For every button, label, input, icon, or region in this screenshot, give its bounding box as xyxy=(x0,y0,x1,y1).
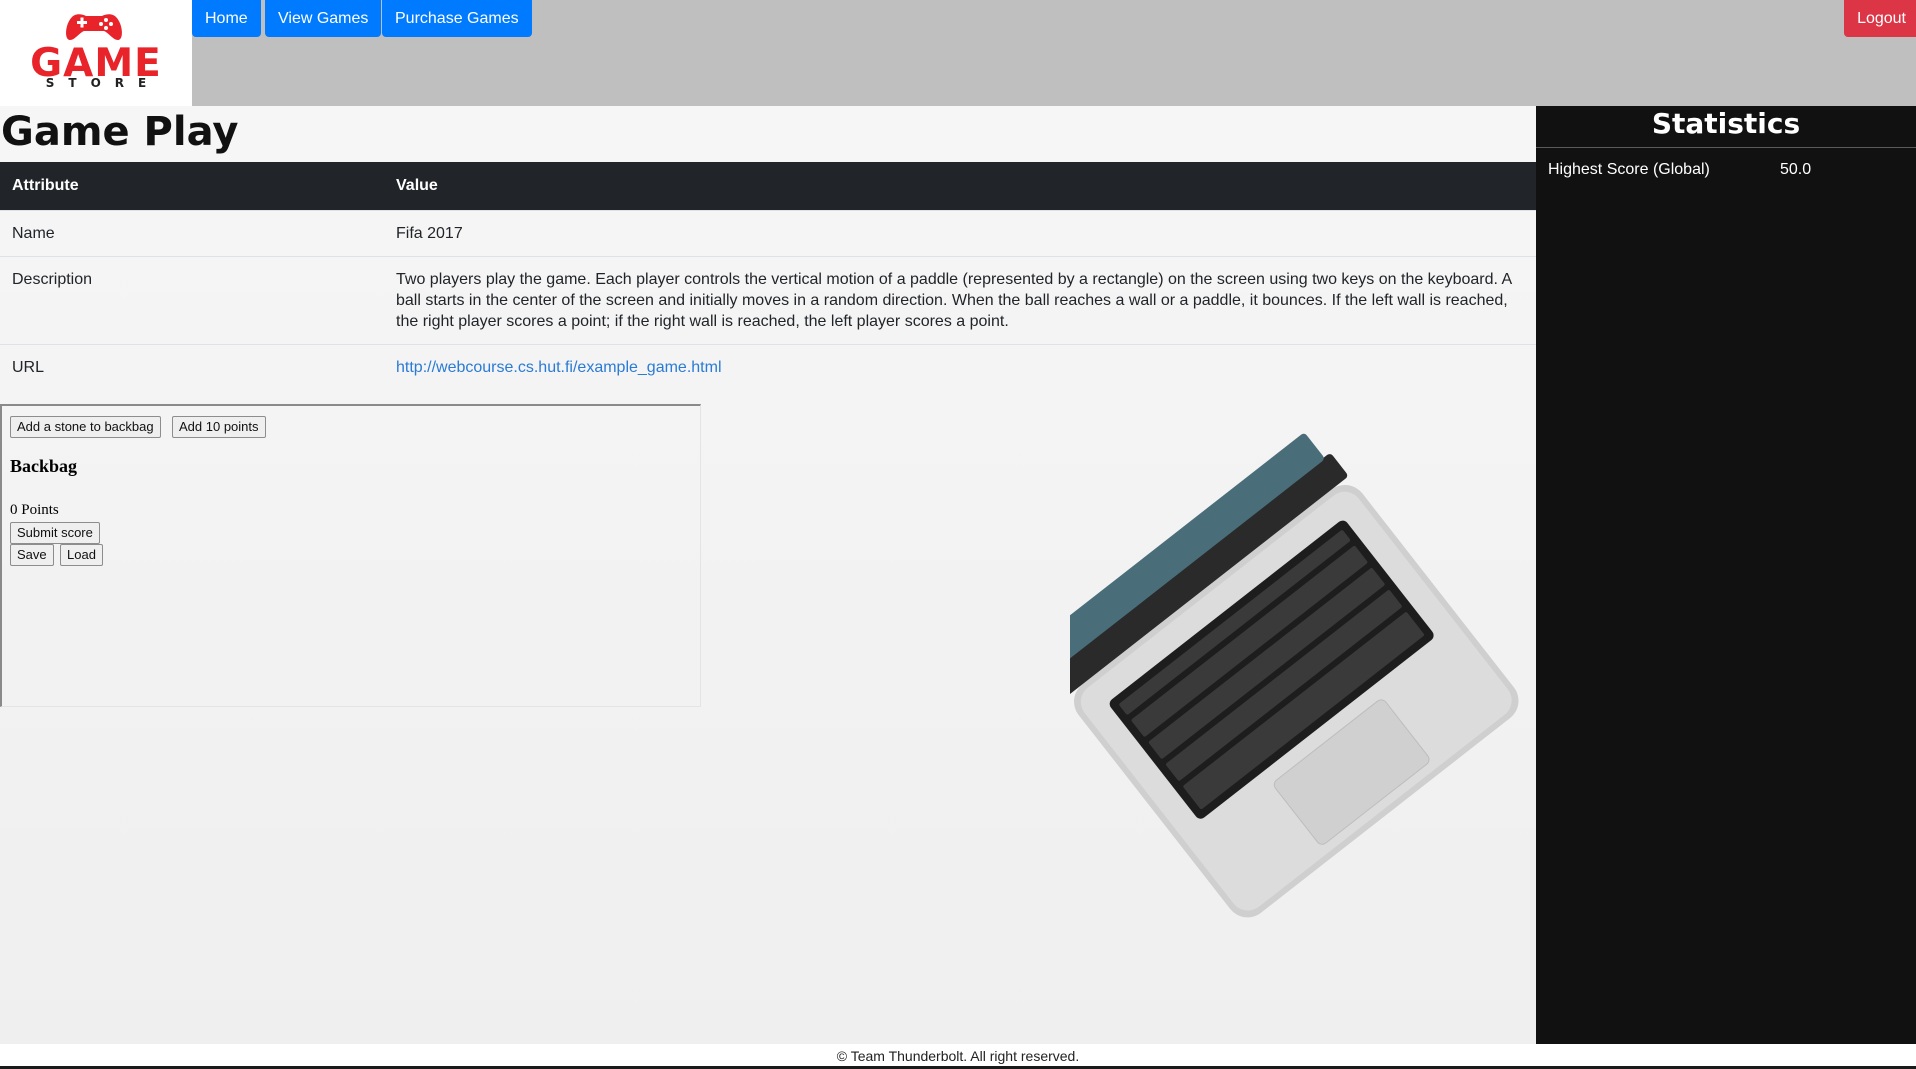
submit-score-button[interactable]: Submit score xyxy=(10,522,100,544)
add-points-button[interactable]: Add 10 points xyxy=(172,416,266,438)
backbag-title: Backbag xyxy=(10,456,78,476)
attribute-cell: Name xyxy=(0,210,384,257)
value-cell: Two players play the game. Each player c… xyxy=(384,256,1536,345)
logo-subtitle: STORE xyxy=(45,76,161,90)
gamepad-icon xyxy=(66,14,122,40)
column-header-value: Value xyxy=(384,162,1536,211)
value-cell: Fifa 2017 xyxy=(384,210,1536,257)
nav-home-button[interactable]: Home xyxy=(192,0,261,37)
main-content: Game Play Attribute Value Name Fifa 2017… xyxy=(0,106,1536,1044)
stat-label: Highest Score (Global) xyxy=(1548,161,1710,178)
nav-purchase-games-button[interactable]: Purchase Games xyxy=(382,0,532,37)
copyright-text: © Team Thunderbolt. All right reserved. xyxy=(836,1048,1080,1064)
divider xyxy=(1536,147,1916,148)
table-row: Description Two players play the game. E… xyxy=(0,256,1536,345)
game-url-link[interactable]: http://webcourse.cs.hut.fi/example_game.… xyxy=(396,359,722,376)
add-stone-button[interactable]: Add a stone to backbag xyxy=(10,416,161,438)
logout-button[interactable]: Logout xyxy=(1844,0,1916,37)
nav-view-games-button[interactable]: View Games xyxy=(265,0,382,37)
column-header-attribute: Attribute xyxy=(0,162,384,211)
game-store-logo[interactable]: GAME STORE xyxy=(0,0,192,106)
attribute-cell: Description xyxy=(0,256,384,345)
load-button[interactable]: Load xyxy=(60,544,103,566)
stat-value: 50.0 xyxy=(1780,161,1812,178)
points-display: 0 Points xyxy=(10,502,59,518)
top-navbar: GAME STORE Home View Games Purchase Game… xyxy=(0,0,1916,106)
game-iframe[interactable]: Add a stone to backbag Add 10 points Bac… xyxy=(0,404,701,707)
table-header-row: Attribute Value xyxy=(0,162,1536,211)
statistics-title: Statistics xyxy=(1651,107,1801,140)
table-row: Name Fifa 2017 xyxy=(0,210,1536,257)
laptop-image xyxy=(1070,433,1519,918)
page-title: Game Play xyxy=(1,109,239,155)
save-button[interactable]: Save xyxy=(10,544,54,566)
footer: © Team Thunderbolt. All right reserved. xyxy=(0,1044,1916,1066)
attribute-cell: URL xyxy=(0,344,384,390)
game-attribute-table: Attribute Value Name Fifa 2017 Descripti… xyxy=(0,162,1536,390)
statistics-sidebar: Statistics Highest Score (Global) 50.0 xyxy=(1536,106,1916,1044)
